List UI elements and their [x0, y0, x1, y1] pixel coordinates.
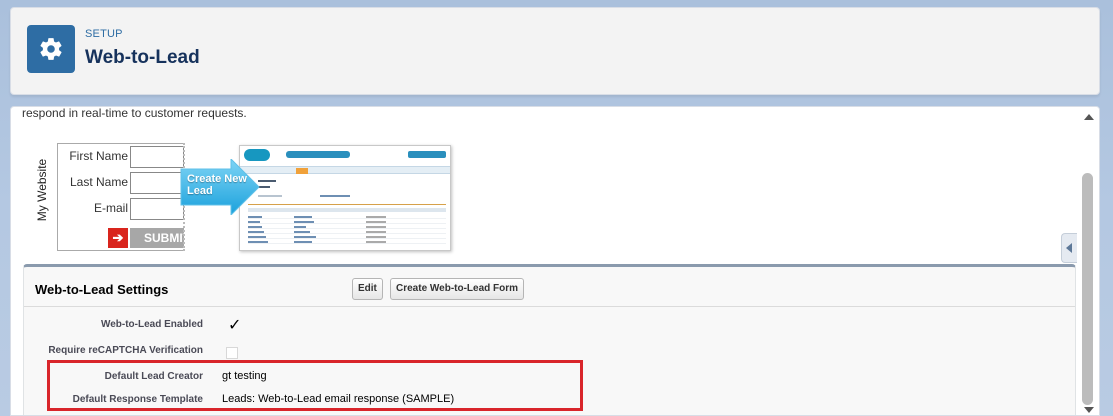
- sf-table-row: [248, 241, 446, 244]
- mock-field-row: First Name: [58, 146, 184, 168]
- create-new-lead-callout: Create New Lead: [179, 157, 261, 217]
- page-header: SETUP Web-to-Lead: [10, 7, 1100, 95]
- mock-field-label: First Name: [69, 149, 128, 163]
- response-template-value[interactable]: Leads: Web-to-Lead email response (SAMPL…: [222, 393, 454, 405]
- sf-topbar: [240, 146, 450, 164]
- sf-table-row: [248, 216, 446, 219]
- mock-field-label: Last Name: [69, 175, 128, 189]
- field-row-enabled: Web-to-Lead Enabled ✓: [24, 315, 1075, 337]
- field-label: Require reCAPTCHA Verification: [48, 345, 203, 356]
- mock-input-box: [130, 198, 184, 220]
- mock-field-row: E-mail: [58, 198, 184, 220]
- scroll-thumb[interactable]: [1082, 173, 1093, 405]
- field-label: Web-to-Lead Enabled: [100, 319, 203, 330]
- field-row-recaptcha: Require reCAPTCHA Verification: [24, 341, 1075, 363]
- side-panel-toggle[interactable]: [1061, 233, 1077, 263]
- edit-button[interactable]: Edit: [352, 278, 383, 300]
- settings-header: Web-to-Lead Settings Edit Create Web-to-…: [24, 267, 1075, 307]
- sf-app-menu: [408, 151, 446, 158]
- arrow-right-icon: ➔: [108, 228, 128, 248]
- sf-search-bar: [286, 151, 350, 158]
- mock-submit: ➔ SUBMIT: [108, 228, 184, 248]
- mock-submit-label: SUBMIT: [130, 228, 184, 248]
- intro-text: respond in real-time to customer request…: [22, 106, 247, 120]
- vertical-scrollbar[interactable]: [1079, 107, 1099, 415]
- mock-field-row: Last Name: [58, 172, 184, 194]
- setup-icon-tile: [27, 25, 75, 73]
- unchecked-checkbox-icon: [226, 347, 238, 359]
- page-title: Web-to-Lead: [85, 47, 200, 68]
- create-web-to-lead-form-button[interactable]: Create Web-to-Lead Form: [390, 278, 525, 300]
- salesforce-screenshot-illustration: [239, 145, 451, 251]
- gear-icon: [40, 38, 62, 60]
- field-row-response-template: Default Response Template Leads: Web-to-…: [24, 390, 1075, 412]
- callout-label: Create New Lead: [187, 173, 247, 197]
- sf-table-row: [248, 231, 446, 234]
- sf-table-row: [248, 236, 446, 239]
- mock-input-box: [130, 172, 184, 194]
- mock-field-label: E-mail: [93, 201, 128, 215]
- sf-tab-active: [296, 168, 308, 174]
- breadcrumb-setup[interactable]: SETUP: [85, 28, 123, 40]
- field-row-lead-creator: Default Lead Creator gt testing: [24, 367, 1075, 389]
- sf-tab-bar: [240, 166, 450, 174]
- lead-creator-value[interactable]: gt testing: [222, 370, 267, 382]
- scroll-down-arrow-icon[interactable]: [1084, 407, 1094, 413]
- chevron-left-icon: [1066, 243, 1072, 253]
- mock-input-box: [130, 146, 184, 168]
- content-panel: respond in real-time to customer request…: [10, 106, 1100, 416]
- web-to-lead-settings-section: Web-to-Lead Settings Edit Create Web-to-…: [23, 264, 1076, 415]
- scroll-up-arrow-icon[interactable]: [1084, 114, 1094, 120]
- field-label: Default Response Template: [72, 394, 203, 405]
- mock-form: First Name Last Name E-mail ➔ SUBMIT: [57, 143, 184, 251]
- settings-title: Web-to-Lead Settings: [35, 282, 169, 297]
- sf-table-row: [248, 221, 446, 224]
- sf-table-row: [248, 226, 446, 229]
- field-label: Default Lead Creator: [104, 371, 203, 382]
- checkmark-icon: ✓: [228, 317, 242, 334]
- website-label: My Website: [35, 158, 49, 222]
- sf-table-header: [248, 208, 446, 212]
- website-illustration: My Website First Name Last Name E-mail ➔…: [33, 143, 193, 255]
